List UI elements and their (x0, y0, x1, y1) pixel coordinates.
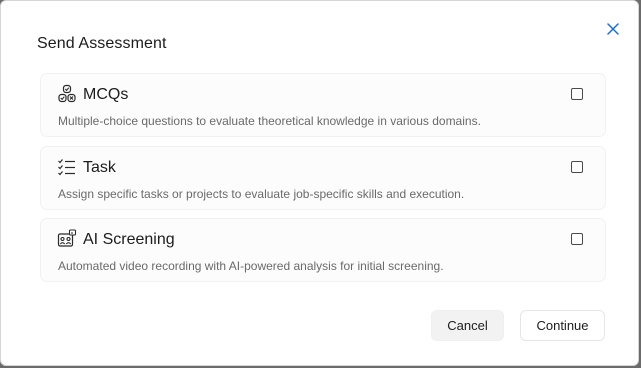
ai-screening-icon (57, 229, 77, 247)
option-task[interactable]: Task Assign specific tasks or projects t… (41, 147, 605, 209)
option-title: AI Screening (83, 231, 175, 248)
option-description: Assign specific tasks or projects to eva… (58, 187, 465, 201)
task-checkbox[interactable] (571, 161, 583, 173)
cancel-button[interactable]: Cancel (431, 310, 504, 341)
option-mcqs[interactable]: MCQs Multiple-choice questions to evalua… (41, 74, 605, 136)
close-icon (607, 23, 619, 35)
continue-button[interactable]: Continue (520, 310, 605, 341)
option-description: Multiple-choice questions to evaluate th… (58, 114, 481, 128)
mcq-icon (58, 84, 76, 103)
option-description: Automated video recording with AI-powere… (58, 259, 444, 273)
option-title: MCQs (83, 86, 129, 103)
mcqs-checkbox[interactable] (571, 88, 583, 100)
option-ai-screening[interactable]: AI Screening Automated video recording w… (41, 219, 605, 281)
option-title: Task (83, 159, 116, 176)
ai-screening-checkbox[interactable] (571, 233, 583, 245)
task-list-icon (58, 159, 75, 176)
close-button[interactable] (603, 19, 623, 39)
send-assessment-dialog: Send Assessment MCQs Multiple-choice que… (0, 0, 639, 366)
dialog-title: Send Assessment (37, 35, 167, 52)
